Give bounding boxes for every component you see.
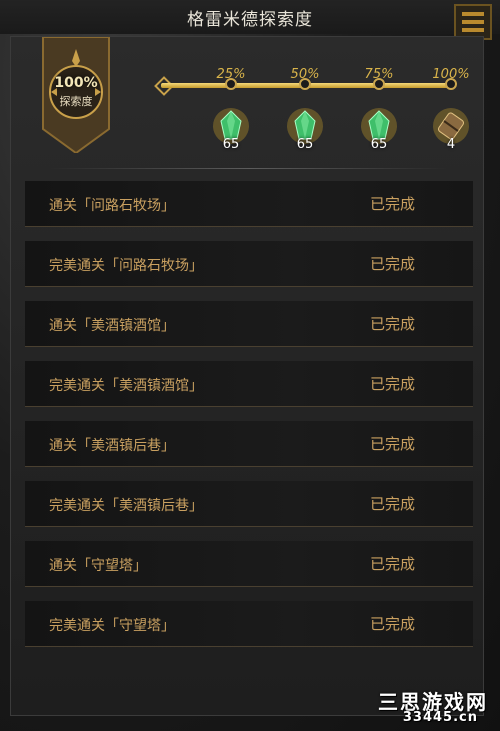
title-bar: 格雷米德探索度 xyxy=(0,0,500,34)
task-row[interactable]: 完美通关「美酒镇后巷」 已完成 xyxy=(25,481,473,527)
task-name: 完美通关「守望塔」 xyxy=(49,618,175,634)
task-status: 已完成 xyxy=(369,555,415,573)
milestone-50[interactable]: 50% 65 xyxy=(275,67,335,187)
milestone-node xyxy=(225,78,237,90)
reward-count: 65 xyxy=(370,137,388,152)
task-row[interactable]: 通关「问路石牧场」 已完成 xyxy=(25,181,473,227)
exploration-panel: 100% 探索度 25% 65 50% 65 75% 65 100% 4 通关「… xyxy=(10,36,484,716)
task-name: 通关「守望塔」 xyxy=(49,558,147,574)
divider xyxy=(51,168,447,169)
task-name: 完美通关「问路石牧场」 xyxy=(49,258,203,274)
task-status: 已完成 xyxy=(369,435,415,453)
task-name: 通关「美酒镇后巷」 xyxy=(49,438,175,454)
exploration-label: 探索度 xyxy=(59,95,93,108)
task-row[interactable]: 通关「守望塔」 已完成 xyxy=(25,541,473,587)
task-status: 已完成 xyxy=(369,195,415,213)
milestone-node xyxy=(373,78,385,90)
task-name: 通关「问路石牧场」 xyxy=(49,198,175,214)
task-row[interactable]: 完美通关「问路石牧场」 已完成 xyxy=(25,241,473,287)
milestone-node xyxy=(445,78,457,90)
milestone-75[interactable]: 75% 65 xyxy=(349,67,409,187)
gift-box-icon[interactable] xyxy=(454,4,492,40)
page-title: 格雷米德探索度 xyxy=(187,9,313,30)
reward-count: 65 xyxy=(222,137,240,152)
milestone-25[interactable]: 25% 65 xyxy=(201,67,261,187)
task-name: 完美通关「美酒镇酒馆」 xyxy=(49,378,203,394)
task-row[interactable]: 完美通关「美酒镇酒馆」 已完成 xyxy=(25,361,473,407)
task-status: 已完成 xyxy=(369,495,415,513)
milestone-node xyxy=(299,78,311,90)
task-name: 完美通关「美酒镇后巷」 xyxy=(49,498,203,514)
watermark-subtext: 33445.cn xyxy=(402,710,478,725)
task-status: 已完成 xyxy=(369,375,415,393)
task-status: 已完成 xyxy=(369,615,415,633)
task-row[interactable]: 通关「美酒镇后巷」 已完成 xyxy=(25,421,473,467)
task-row[interactable]: 完美通关「守望塔」 已完成 xyxy=(25,601,473,647)
reward-count: 65 xyxy=(296,137,314,152)
task-status: 已完成 xyxy=(369,315,415,333)
reward-count: 4 xyxy=(446,137,456,152)
exploration-banner: 100% 探索度 xyxy=(41,37,111,153)
task-row[interactable]: 通关「美酒镇酒馆」 已完成 xyxy=(25,301,473,347)
task-status: 已完成 xyxy=(369,255,415,273)
task-list: 通关「问路石牧场」 已完成 完美通关「问路石牧场」 已完成 通关「美酒镇酒馆」 … xyxy=(25,181,473,661)
exploration-percent: 100% xyxy=(54,75,98,91)
milestone-100[interactable]: 100% 4 xyxy=(421,67,481,187)
task-name: 通关「美酒镇酒馆」 xyxy=(49,318,175,334)
